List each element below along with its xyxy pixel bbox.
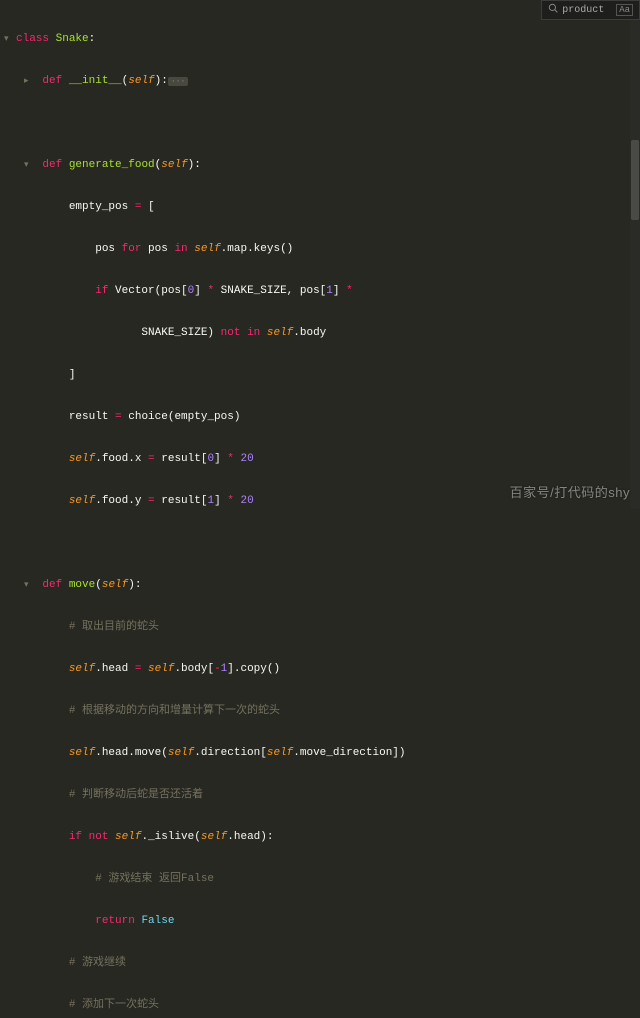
scroll-thumb[interactable] (631, 140, 639, 220)
fold-icon[interactable]: ▾ (24, 158, 34, 172)
fold-icon[interactable]: ▸ (24, 74, 34, 88)
code-editor[interactable]: ▾class Snake: ▸ def __init__(self):··· ▾… (0, 0, 640, 1018)
fold-icon[interactable]: ▾ (4, 32, 14, 46)
fold-icon[interactable]: ▾ (24, 578, 34, 592)
collapsed-marker[interactable]: ··· (168, 77, 188, 86)
watermark-text: 百家号/打代码的shy (510, 482, 630, 501)
vertical-scrollbar[interactable] (630, 20, 640, 509)
